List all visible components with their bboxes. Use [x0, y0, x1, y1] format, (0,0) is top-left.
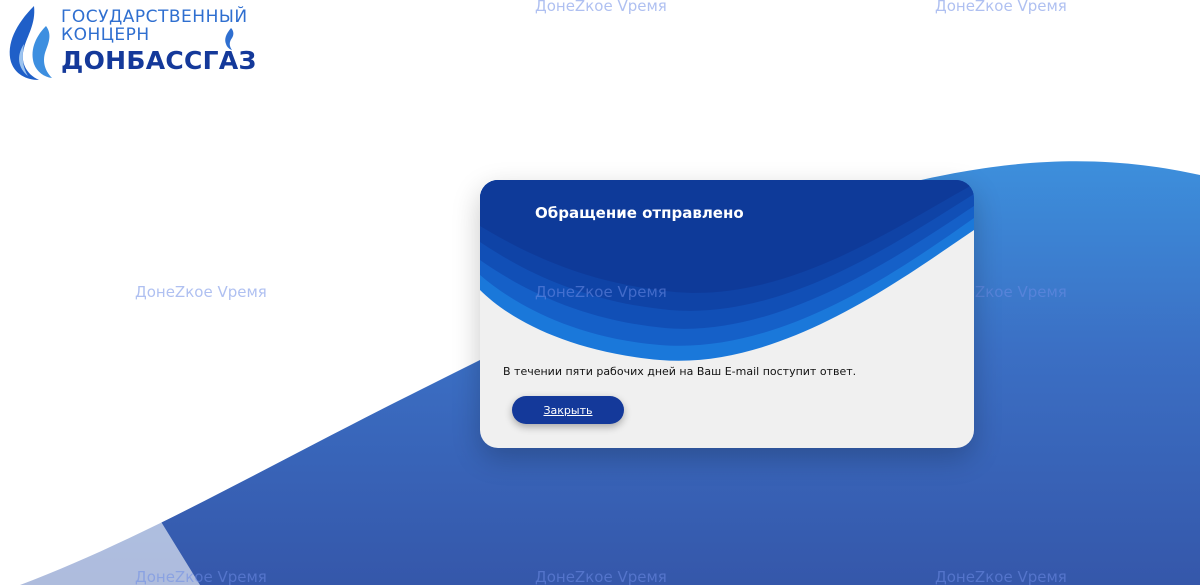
logo-line-1: ГОСУДАРСТВЕННЫЙ: [61, 7, 248, 27]
logo-line-2: КОНЦЕРН: [61, 25, 150, 45]
blue-flame-icon: [9, 6, 52, 80]
watermark: ДонеZкое Vремя: [135, 568, 267, 585]
logo-line-3: ДОНБАССГАЗ: [61, 46, 257, 75]
submission-dialog: Обращение отправлено В течении пяти рабо…: [480, 180, 974, 448]
dialog-title: Обращение отправлено: [535, 204, 744, 222]
page: ГОСУДАРСТВЕННЫЙ КОНЦЕРН ДОНБАССГАЗ ДонеZ…: [0, 0, 1200, 585]
watermark: ДонеZкое Vремя: [535, 283, 667, 301]
dialog-message: В течении пяти рабочих дней на Ваш E-mai…: [503, 365, 857, 378]
watermark: ДонеZкое Vремя: [535, 0, 667, 15]
watermark: ДонеZкое Vремя: [935, 0, 1067, 15]
watermark: ДонеZкое Vремя: [535, 568, 667, 585]
donbassgaz-logo[interactable]: ГОСУДАРСТВЕННЫЙ КОНЦЕРН ДОНБАССГАЗ: [6, 4, 266, 82]
watermark: ДонеZкое Vремя: [935, 568, 1067, 585]
watermark: ДонеZкое Vремя: [135, 283, 267, 301]
close-button[interactable]: Закрыть: [512, 396, 624, 424]
